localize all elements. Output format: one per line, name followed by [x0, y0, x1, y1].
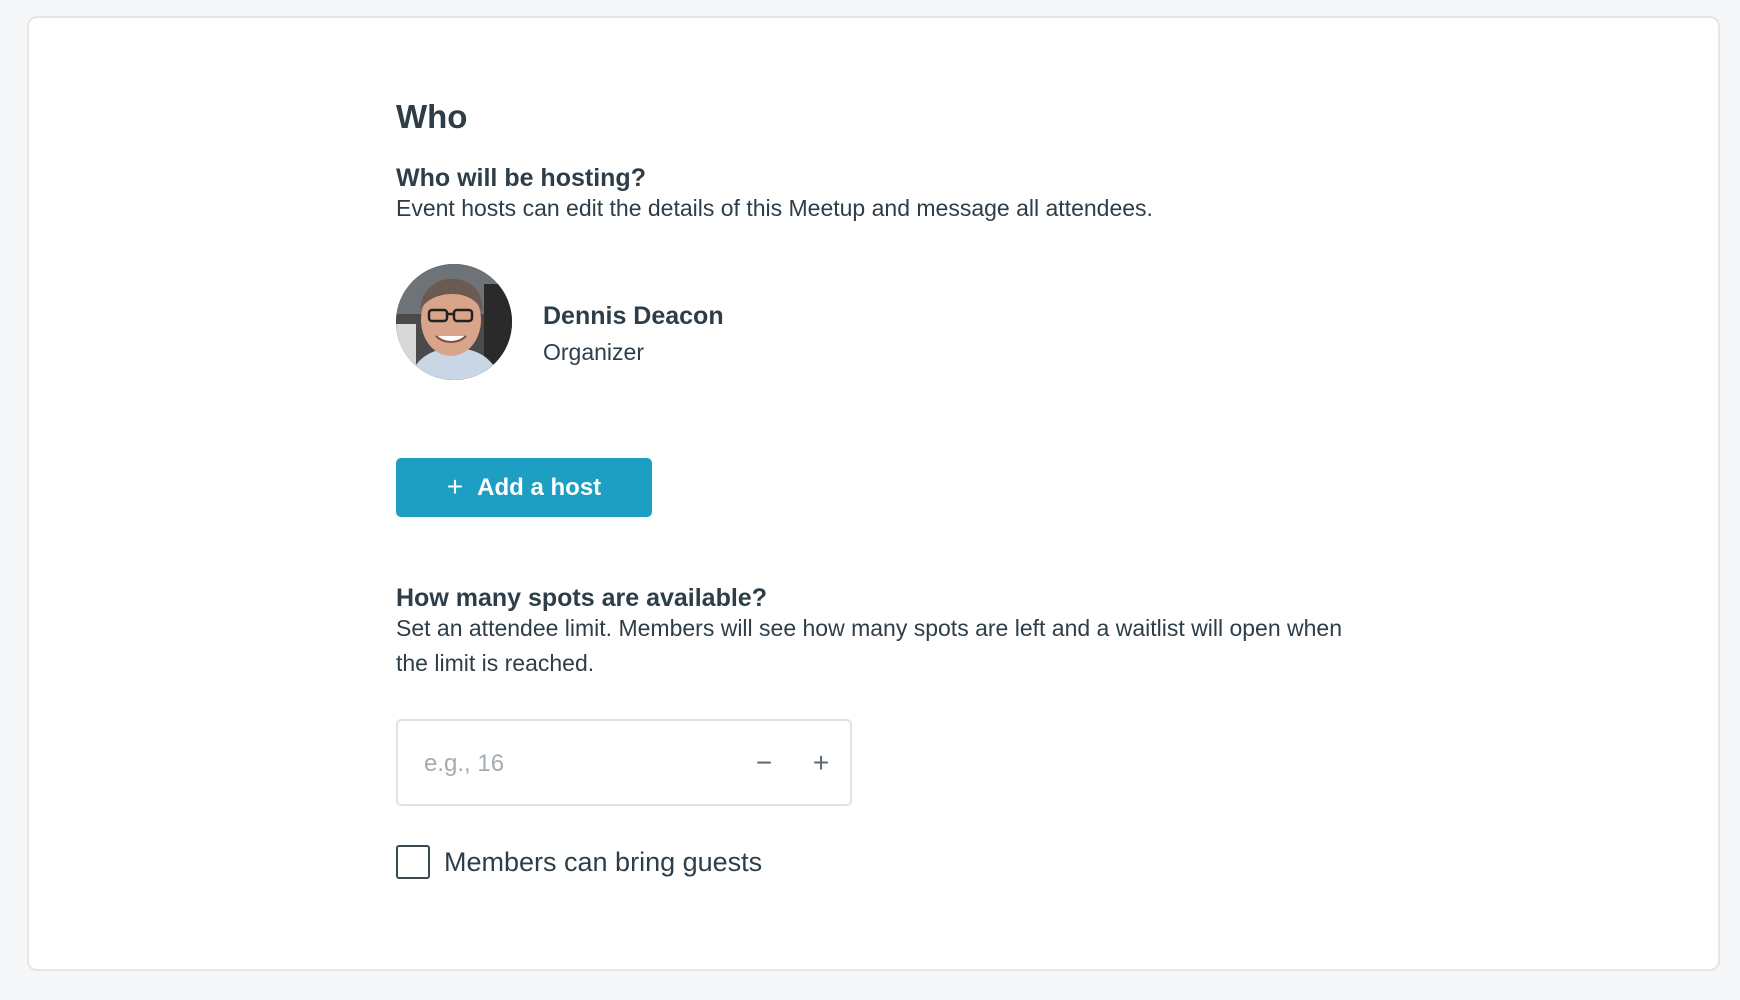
hosting-question-title: Who will be hosting?	[396, 164, 646, 192]
host-row: Dennis Deacon Organizer	[396, 264, 996, 380]
guests-checkbox-label[interactable]: Members can bring guests	[444, 847, 762, 878]
minus-icon: −	[755, 747, 773, 778]
increment-button[interactable]: +	[801, 741, 841, 785]
host-avatar	[396, 264, 512, 380]
host-avatar-photo	[396, 264, 512, 380]
attendee-limit-input[interactable]	[422, 741, 676, 787]
add-host-label: Add a host	[477, 473, 602, 501]
host-name: Dennis Deacon	[543, 302, 724, 330]
guests-option: Members can bring guests	[396, 844, 762, 880]
plus-icon: +	[812, 747, 830, 778]
attendee-limit-stepper: − +	[396, 719, 852, 806]
decrement-button[interactable]: −	[744, 741, 784, 785]
spots-question-title: How many spots are available?	[396, 584, 767, 612]
add-host-button[interactable]: + Add a host	[396, 458, 652, 517]
who-section-card: Who Who will be hosting? Event hosts can…	[27, 16, 1720, 971]
spots-description: Set an attendee limit. Members will see …	[396, 615, 1343, 676]
guests-checkbox[interactable]	[396, 845, 430, 879]
hosting-description: Event hosts can edit the details of this…	[396, 195, 1153, 221]
plus-icon: +	[446, 470, 464, 502]
host-role: Organizer	[543, 339, 644, 365]
section-title: Who	[396, 98, 468, 135]
